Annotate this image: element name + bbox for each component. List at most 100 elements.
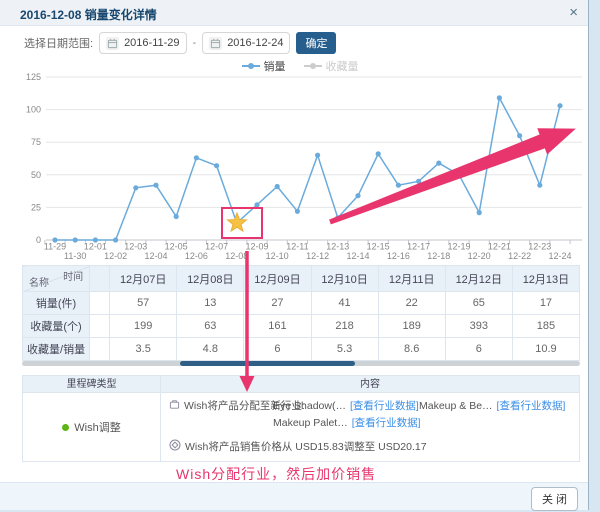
sales-detail-dialog: 2016-12-08 销量变化详情 × 选择日期范围: 2016-11-29 -…: [0, 0, 589, 510]
sales-series-line: [55, 98, 560, 240]
data-point: [174, 214, 179, 219]
svg-text:12-20: 12-20: [468, 251, 491, 261]
svg-text:12-18: 12-18: [427, 251, 450, 261]
svg-text:12-21: 12-21: [488, 242, 511, 252]
end-date-input[interactable]: 2016-12-24: [202, 32, 290, 54]
data-point: [315, 153, 320, 158]
dialog-titlebar: 2016-12-08 销量变化详情 ×: [0, 0, 588, 26]
data-point: [517, 133, 522, 138]
svg-text:12-04: 12-04: [144, 251, 167, 261]
start-date-value: 2016-11-29: [124, 37, 179, 49]
svg-text:12-02: 12-02: [104, 251, 127, 261]
view-industry-data-link[interactable]: [查看行业数据]: [352, 415, 421, 430]
table-cell: 41: [311, 292, 378, 315]
view-industry-data-link[interactable]: [查看行业数据]: [350, 398, 419, 413]
table-column-header: 12月09日: [244, 266, 311, 292]
table-scrollbar-track[interactable]: [22, 361, 580, 366]
svg-text:12-23: 12-23: [528, 242, 551, 252]
date-range-label: 选择日期范围:: [24, 35, 93, 51]
price-change-text: Wish将产品销售价格从 USD15.83调整至 USD20.17: [185, 439, 427, 454]
svg-text:12-05: 12-05: [165, 242, 188, 252]
svg-text:12-19: 12-19: [447, 242, 470, 252]
table-cell: 27: [244, 292, 311, 315]
milestone-content-cell: Wish将产品分配至新行业: Eye Shadow(… [查看行业数据] Mak…: [161, 393, 579, 461]
table-cell: 189: [378, 315, 445, 338]
svg-text:12-24: 12-24: [548, 251, 571, 261]
industry-name: Makeup Palet…: [273, 417, 348, 429]
milestone-content-header: 内容: [161, 376, 579, 392]
data-point: [436, 161, 441, 166]
calendar-icon: [209, 37, 222, 50]
svg-text:12-09: 12-09: [245, 242, 268, 252]
table-partial-column: [90, 266, 110, 292]
table-cell: 17: [512, 292, 579, 315]
daily-stats-table: 时间名称 12月07日12月08日12月09日12月10日12月11日12月12…: [22, 265, 580, 361]
table-cell: 57: [110, 292, 177, 315]
table-corner-cell: 时间名称: [23, 266, 90, 292]
table-cell: 63: [177, 315, 244, 338]
data-point: [456, 172, 461, 177]
svg-text:12-01: 12-01: [84, 242, 107, 252]
data-point: [133, 185, 138, 190]
data-point: [153, 183, 158, 188]
data-point: [376, 151, 381, 156]
svg-text:12-16: 12-16: [387, 251, 410, 261]
industry-name: Eye Shadow(…: [273, 400, 346, 412]
svg-text:11-30: 11-30: [64, 251, 86, 261]
data-point: [416, 179, 421, 184]
milestone-type-cell: Wish调整: [23, 393, 161, 461]
annotation-note: Wish分配行业，然后加价销售: [176, 464, 376, 484]
table-cell: 6: [445, 338, 512, 361]
table-scrollbar-thumb[interactable]: [180, 361, 355, 366]
table-cell: 13: [177, 292, 244, 315]
svg-text:12-22: 12-22: [508, 251, 531, 261]
table-column-header: 12月10日: [311, 266, 378, 292]
table-cell: 5.3: [311, 338, 378, 361]
page-title: 2016-12-08 销量变化详情: [20, 6, 157, 23]
milestone-table: 里程碑类型 内容 Wish调整 Wish将产品分配至新行业: Eye Shado…: [22, 375, 580, 462]
svg-text:0: 0: [36, 235, 41, 245]
data-point: [335, 215, 340, 220]
svg-text:12-08: 12-08: [225, 251, 248, 261]
table-cell: 10.9: [512, 338, 579, 361]
data-point: [557, 103, 562, 108]
svg-text:12-14: 12-14: [346, 251, 369, 261]
svg-text:12-11: 12-11: [286, 242, 308, 252]
start-date-input[interactable]: 2016-11-29: [99, 32, 186, 54]
data-point: [275, 184, 280, 189]
close-icon[interactable]: ×: [569, 4, 578, 22]
table-cell: 185: [512, 315, 579, 338]
svg-text:50: 50: [31, 170, 41, 180]
date-range-toolbar: 选择日期范围: 2016-11-29 - 2016-12-24 确定: [24, 32, 336, 54]
svg-text:11-29: 11-29: [44, 242, 66, 252]
svg-text:12-06: 12-06: [185, 251, 208, 261]
table-column-header: 12月08日: [177, 266, 244, 292]
milestone-type-header: 里程碑类型: [23, 376, 161, 392]
table-cell: 199: [110, 315, 177, 338]
dialog-footer: 关 闭: [0, 482, 588, 510]
table-cell: 218: [311, 315, 378, 338]
industry-name: Makeup & Be…: [419, 400, 493, 412]
svg-text:125: 125: [26, 72, 41, 82]
svg-text:12-13: 12-13: [326, 242, 349, 252]
table-partial-cell: [90, 338, 110, 361]
table-cell: 65: [445, 292, 512, 315]
table-column-header: 12月11日: [378, 266, 445, 292]
data-point: [477, 210, 482, 215]
close-button[interactable]: 关 闭: [531, 487, 578, 511]
data-point: [194, 155, 199, 160]
table-column-header: 12月12日: [445, 266, 512, 292]
table-cell: 161: [244, 315, 311, 338]
data-point: [396, 183, 401, 188]
data-point: [52, 237, 57, 242]
table-cell: 3.5: [110, 338, 177, 361]
milestone-status-dot: [62, 424, 69, 431]
view-industry-data-link[interactable]: [查看行业数据]: [497, 398, 566, 413]
table-partial-cell: [90, 315, 110, 338]
table-cell: 8.6: [378, 338, 445, 361]
data-point: [355, 193, 360, 198]
data-point: [254, 202, 259, 207]
confirm-button[interactable]: 确定: [296, 32, 336, 54]
sales-line-chart: 025507510012511-2911-3012-0112-0212-0312…: [0, 70, 600, 265]
data-point: [497, 95, 502, 100]
